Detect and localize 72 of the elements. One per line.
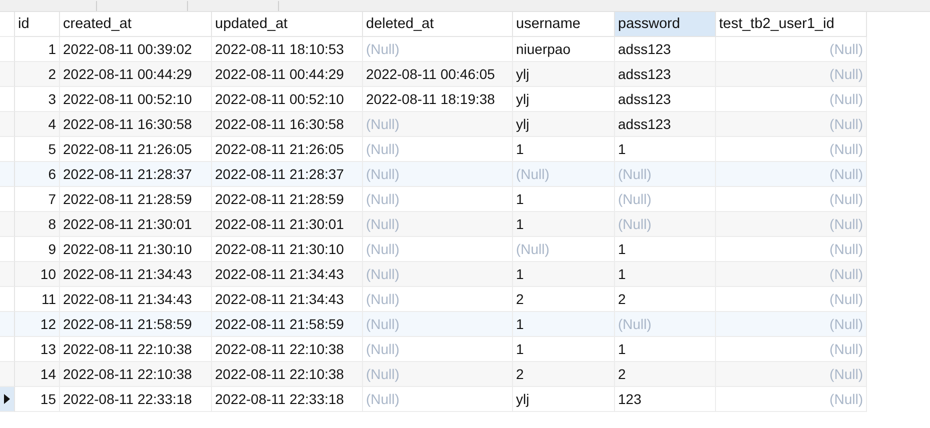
table-cell: (Null)	[716, 162, 867, 187]
table-cell: (Null)	[363, 262, 513, 287]
table-row[interactable]: 8 2022-08-11 21:30:01 2022-08-11 21:30:01 (Null) 1 (Null) (Null)	[0, 212, 867, 237]
table-cell: ylj	[513, 387, 615, 412]
table-row[interactable]: 10 2022-08-11 21:34:43 2022-08-11 21:34:43 (Null) 1 1 (Null)	[0, 262, 867, 287]
table-cell: (Null)	[513, 162, 615, 187]
table-cell: 2022-08-11 22:10:38	[60, 362, 212, 387]
table-cell: 2022-08-11 21:30:01	[212, 212, 363, 237]
table-cell: 8	[15, 212, 60, 237]
table-cell: adss123	[615, 112, 716, 137]
table-cell: 2022-08-11 22:10:38	[212, 362, 363, 387]
table-cell: ylj	[513, 112, 615, 137]
table-cell: 6	[15, 162, 60, 187]
table-cell: 1	[513, 262, 615, 287]
table-cell: 15	[15, 387, 60, 412]
table-row[interactable]: 12 2022-08-11 21:58:59 2022-08-11 21:58:59 (Null) 1 (Null) (Null)	[0, 312, 867, 337]
table-cell: (Null)	[363, 362, 513, 387]
table-cell: 2022-08-11 21:34:43	[60, 262, 212, 287]
column-header[interactable]: deleted_at	[363, 12, 513, 37]
table-cell: (Null)	[363, 312, 513, 337]
table-cell: 1	[513, 312, 615, 337]
table-cell: 2022-08-11 21:28:37	[60, 162, 212, 187]
table-cell: (Null)	[615, 212, 716, 237]
table-row[interactable]: 14 2022-08-11 22:10:38 2022-08-11 22:10:38 (Null) 2 2 (Null)	[0, 362, 867, 387]
table-cell: (Null)	[363, 212, 513, 237]
column-header[interactable]: id	[15, 12, 60, 37]
table-cell: 2022-08-11 16:30:58	[60, 112, 212, 137]
table-cell: (Null)	[363, 112, 513, 137]
table-cell: 10	[15, 262, 60, 287]
table-cell: 2022-08-11 21:28:37	[212, 162, 363, 187]
table-cell: 2022-08-11 00:44:29	[212, 62, 363, 87]
table-cell: 2022-08-11 21:58:59	[60, 312, 212, 337]
row-selector[interactable]	[0, 387, 15, 412]
table-cell: (Null)	[716, 212, 867, 237]
table-cell: 4	[15, 112, 60, 137]
table-cell: (Null)	[716, 262, 867, 287]
table-row[interactable]: 15 2022-08-11 22:33:18 2022-08-11 22:33:18 (Null) ylj 123 (Null)	[0, 387, 867, 412]
table-row[interactable]: 4 2022-08-11 16:30:58 2022-08-11 16:30:58 (Null) ylj adss123 (Null)	[0, 112, 867, 137]
table-cell: 2	[615, 362, 716, 387]
column-header[interactable]: password	[615, 12, 716, 37]
table-cell: 14	[15, 362, 60, 387]
table-cell: (Null)	[363, 387, 513, 412]
table-cell: 2022-08-11 21:30:01	[60, 212, 212, 237]
table-cell: 123	[615, 387, 716, 412]
table-cell: (Null)	[615, 312, 716, 337]
table-cell: 2022-08-11 22:33:18	[212, 387, 363, 412]
table-cell: 1	[513, 212, 615, 237]
column-header[interactable]: updated_at	[212, 12, 363, 37]
table-row[interactable]: 2 2022-08-11 00:44:29 2022-08-11 00:44:29 2022-08-11 00:46:05 ylj adss123 (Null)	[0, 62, 867, 87]
table-cell: 12	[15, 312, 60, 337]
row-pointer-icon	[4, 394, 10, 404]
table-row[interactable]: 6 2022-08-11 21:28:37 2022-08-11 21:28:37 (Null) (Null) (Null) (Null)	[0, 162, 867, 187]
table-cell: 2022-08-11 00:44:29	[60, 62, 212, 87]
table-cell: (Null)	[716, 387, 867, 412]
table-cell: 2022-08-11 21:34:43	[212, 262, 363, 287]
table-cell: (Null)	[716, 312, 867, 337]
table-cell: (Null)	[716, 362, 867, 387]
table-cell: adss123	[615, 62, 716, 87]
table-cell: 2022-08-11 16:30:58	[212, 112, 363, 137]
table-cell: 2	[513, 362, 615, 387]
table-cell: 1	[615, 262, 716, 287]
table-cell: 2022-08-11 22:33:18	[60, 387, 212, 412]
table-cell: ylj	[513, 62, 615, 87]
column-header[interactable]: created_at	[60, 12, 212, 37]
table-cell: 2022-08-11 00:46:05	[363, 62, 513, 87]
table-cell: (Null)	[363, 162, 513, 187]
table-cell: (Null)	[615, 162, 716, 187]
table-cell: 2022-08-11 21:58:59	[212, 312, 363, 337]
table-cell: (Null)	[716, 62, 867, 87]
table-cell: 2	[15, 62, 60, 87]
table-cell: (Null)	[716, 112, 867, 137]
column-header[interactable]: test_tb2_user1_id	[716, 12, 867, 37]
